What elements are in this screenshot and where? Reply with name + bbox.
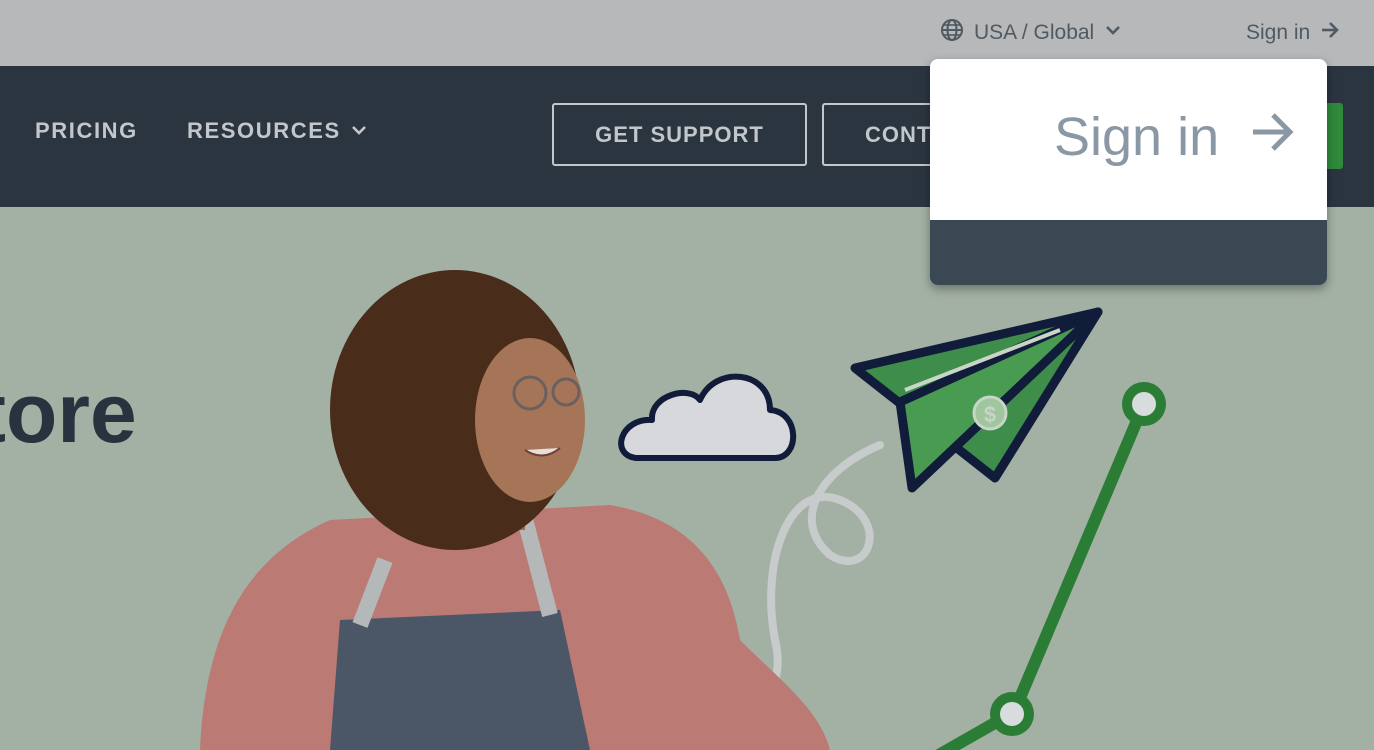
paper-plane-illustration: $ [850, 307, 1103, 493]
person-photo [200, 270, 830, 750]
utility-bar: USA / Global Sign in [0, 0, 1374, 66]
get-support-label: GET SUPPORT [595, 121, 764, 147]
signin-popup-body: Sign in [930, 59, 1327, 220]
signin-popup-footer [930, 220, 1327, 285]
get-support-button[interactable]: GET SUPPORT [552, 103, 807, 166]
nav-link-pricing[interactable]: PRICING [35, 118, 138, 144]
signin-popup: Sign in [930, 59, 1327, 285]
popup-signin-label: Sign in [1054, 107, 1220, 167]
chevron-down-icon [1104, 21, 1122, 45]
cloud-illustration [618, 373, 797, 461]
hero-artwork: $ [200, 270, 1166, 750]
popup-signin-link[interactable]: Sign in [1054, 105, 1295, 169]
topbar-signin-link[interactable]: Sign in [1246, 18, 1340, 48]
region-selector[interactable]: USA / Global [940, 18, 1122, 48]
nav-link-resources-label: RESOURCES [187, 118, 341, 143]
globe-icon [940, 18, 964, 48]
chevron-down-icon [351, 118, 367, 144]
svg-text:$: $ [984, 402, 996, 427]
arrow-right-icon [1249, 106, 1295, 168]
contact-label: CONT [865, 121, 932, 147]
hero-heading: tore [0, 366, 137, 460]
topbar-signin-label: Sign in [1246, 21, 1311, 44]
nav-link-resources[interactable]: RESOURCES [187, 118, 367, 144]
nav-link-pricing-label: PRICING [35, 118, 138, 143]
region-label: USA / Global [974, 21, 1095, 44]
arrow-right-icon [1320, 20, 1340, 46]
